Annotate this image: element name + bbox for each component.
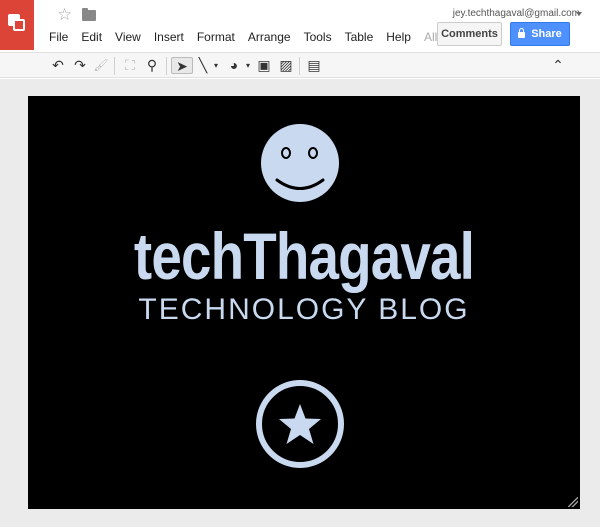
menu-format[interactable]: Format — [197, 30, 235, 46]
menu-file[interactable]: File — [49, 30, 68, 46]
star-badge-icon[interactable] — [256, 380, 344, 468]
undo-icon[interactable]: ↶ — [50, 57, 66, 74]
line-dropdown-icon[interactable]: ▾ — [212, 57, 220, 74]
smiley-face-icon[interactable] — [261, 124, 339, 202]
select-icon[interactable]: ➤ — [171, 57, 193, 74]
collapse-icon[interactable]: ⌃ — [550, 57, 566, 74]
star-icon[interactable]: ☆ — [57, 6, 72, 23]
drawing-canvas[interactable]: techThagaval TECHNOLOGY BLOG — [0, 79, 600, 527]
folder-icon[interactable] — [82, 8, 96, 21]
image-icon[interactable]: ▨ — [278, 57, 294, 74]
menu-view[interactable]: View — [115, 30, 141, 46]
menu-edit[interactable]: Edit — [81, 30, 102, 46]
shape-icon[interactable]: ◕ — [225, 57, 243, 74]
fit-icon[interactable]: ⛶ — [121, 57, 139, 74]
share-button[interactable]: Share — [510, 22, 570, 46]
drawings-logo-icon[interactable] — [0, 0, 34, 50]
comments-button[interactable]: Comments — [437, 22, 502, 46]
slide-title[interactable]: techThagaval — [75, 223, 533, 289]
toolbar-divider — [114, 57, 115, 75]
share-label: Share — [531, 28, 562, 40]
menu-help[interactable]: Help — [386, 30, 411, 46]
menu-insert[interactable]: Insert — [154, 30, 184, 46]
toolbar-divider — [299, 57, 300, 75]
toolbar-divider — [166, 57, 167, 75]
shape-dropdown-icon[interactable]: ▾ — [244, 57, 252, 74]
comment-icon[interactable]: ▤ — [306, 57, 322, 74]
line-icon[interactable]: ╲ — [196, 57, 210, 74]
toolbar: ↶ ↷ 🖌 ⛶ ⚲ ➤ ╲ ▾ ◕ ▾ ▣ ▨ ▤ ⌃ — [0, 52, 600, 78]
drawing-slide[interactable]: techThagaval TECHNOLOGY BLOG — [28, 96, 580, 509]
menu-table[interactable]: Table — [345, 30, 374, 46]
resize-grip-icon[interactable] — [568, 497, 578, 507]
paint-format-icon[interactable]: 🖌 — [93, 57, 109, 74]
redo-icon[interactable]: ↷ — [72, 57, 88, 74]
textbox-icon[interactable]: ▣ — [256, 57, 272, 74]
zoom-icon[interactable]: ⚲ — [144, 57, 160, 74]
menu-tools[interactable]: Tools — [304, 30, 332, 46]
menu-arrange[interactable]: Arrange — [248, 30, 291, 46]
lock-icon — [518, 28, 526, 38]
account-dropdown-icon[interactable] — [576, 12, 582, 16]
account-email[interactable]: jey.techthagaval@gmail.com — [453, 8, 580, 19]
menu-bar: File Edit View Insert Format Arrange Too… — [49, 30, 464, 46]
slide-subtitle[interactable]: TECHNOLOGY BLOG — [28, 295, 580, 325]
app-header: ☆ File Edit View Insert Format Arrange T… — [0, 0, 600, 52]
